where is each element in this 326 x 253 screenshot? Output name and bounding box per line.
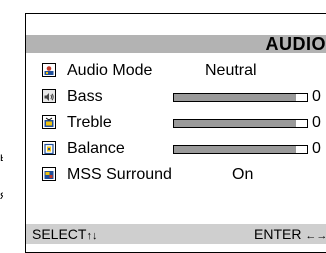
surround-icon	[42, 167, 56, 181]
up-down-arrows-icon: ↑↓	[86, 230, 97, 242]
menu-item-bass[interactable]: Bass 0	[42, 87, 326, 107]
balance-icon	[42, 141, 56, 155]
audio-mode-icon	[42, 63, 56, 77]
enter-hint: ENTER ←→	[254, 224, 326, 246]
audio-mode-value: Neutral	[205, 61, 257, 81]
speaker-icon	[42, 89, 56, 103]
treble-slider[interactable]	[173, 119, 308, 128]
menu-item-label: Balance	[67, 139, 125, 159]
menu-item-label: MSS Surround	[67, 165, 172, 185]
enter-label: ENTER	[254, 226, 301, 242]
bass-value: 0	[312, 87, 321, 107]
footer-bar: SELECT↑↓ ENTER ←→	[26, 224, 326, 244]
edge-fragment-1: ы	[0, 151, 3, 163]
menu-item-mss-surround[interactable]: MSS Surround On	[42, 165, 326, 185]
menu-item-audio-mode[interactable]: Audio Mode Neutral	[42, 61, 326, 81]
title-bar: AUDIO	[26, 35, 326, 53]
balance-slider-fill	[174, 146, 296, 153]
treble-slider-fill	[174, 120, 296, 127]
menu-item-label: Treble	[67, 113, 112, 133]
bass-slider[interactable]	[173, 93, 308, 102]
menu-title: AUDIO	[266, 35, 326, 53]
balance-slider[interactable]	[173, 145, 308, 154]
balance-value: 0	[312, 139, 321, 159]
select-label: SELECT	[32, 226, 86, 242]
menu-item-label: Audio Mode	[67, 61, 152, 81]
menu-item-balance[interactable]: Balance 0	[42, 139, 326, 159]
treble-value: 0	[312, 113, 321, 133]
edge-fragment-2: я	[0, 189, 3, 201]
menu-item-label: Bass	[67, 87, 103, 107]
bass-slider-fill	[174, 94, 296, 101]
menu-item-treble[interactable]: Treble 0	[42, 113, 326, 133]
select-hint: SELECT↑↓	[32, 224, 97, 246]
treble-icon	[42, 115, 56, 129]
left-right-arrows-icon: ←→	[305, 230, 326, 242]
audio-menu-panel: AUDIO Audio Mode Neutral Bass 0	[25, 13, 326, 253]
mss-surround-value: On	[232, 165, 253, 185]
